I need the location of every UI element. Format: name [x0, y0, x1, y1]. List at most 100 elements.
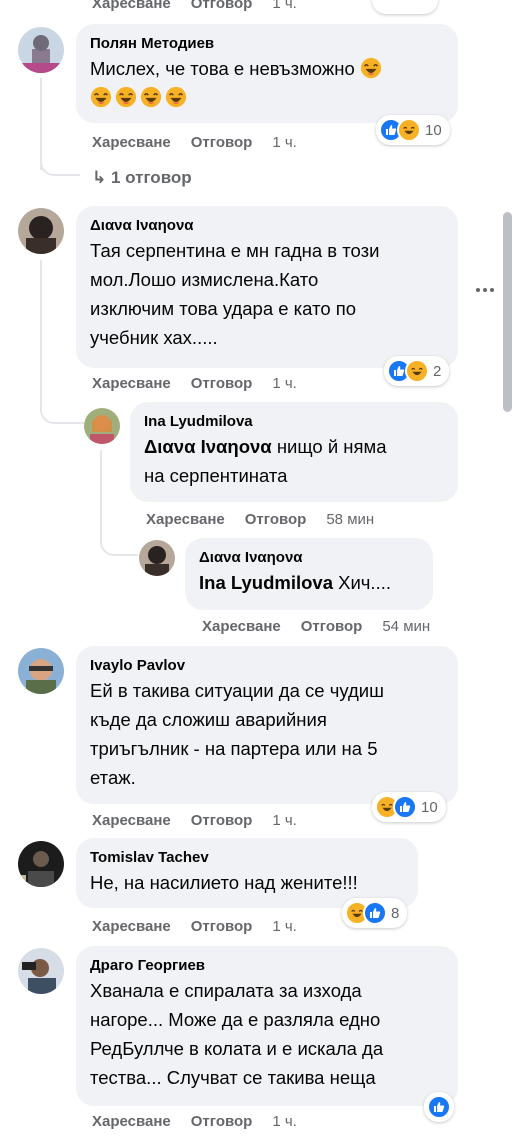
comment-author[interactable]: Διανα Ιναηονα	[199, 548, 419, 568]
like-link[interactable]: Харесване	[92, 918, 171, 935]
like-link[interactable]: Харесване	[92, 812, 171, 829]
comment-bubble: Драго Георгиев Хванала е спиралата за из…	[76, 946, 458, 1106]
like-link[interactable]: Харесване	[92, 1113, 171, 1130]
timestamp[interactable]: 54 мин	[382, 618, 430, 635]
comment-text-line: на серпентината	[144, 465, 288, 486]
comment-text-line: триъгълник - на партера или на 5	[90, 738, 378, 759]
reaction-summary[interactable]: 10	[376, 115, 450, 145]
reaction-count: 8	[391, 904, 400, 922]
reply-arrow-icon: ↳	[92, 168, 107, 187]
comment-text: Хич....	[332, 572, 391, 593]
thread-curve	[40, 158, 80, 176]
avatar[interactable]	[18, 648, 64, 694]
timestamp[interactable]: 1 ч.	[272, 1113, 297, 1130]
haha-emoji-icon	[90, 86, 112, 108]
avatar[interactable]	[84, 408, 120, 444]
emoji-line	[90, 83, 444, 112]
reply-link[interactable]: Отговор	[191, 0, 253, 12]
comment-text-line: изключим това удара е като по	[90, 298, 357, 319]
reply-link[interactable]: Отговор	[191, 134, 253, 151]
like-link[interactable]: Харесване	[202, 618, 281, 635]
reaction-count: 10	[425, 121, 442, 139]
like-link[interactable]: Харесване	[92, 375, 171, 392]
avatar[interactable]	[18, 948, 64, 994]
comment-author[interactable]: Tomislav Tachev	[90, 848, 404, 868]
view-replies-link[interactable]: ↳ 1 отговор	[92, 168, 192, 188]
like-link[interactable]: Харесване	[146, 511, 225, 528]
comment-text: Не, на насилието над жените!!!	[90, 872, 358, 893]
comment-author[interactable]: Драго Георгиев	[90, 956, 444, 976]
haha-emoji-icon	[115, 86, 137, 108]
timestamp[interactable]: 1 ч.	[272, 134, 297, 151]
haha-emoji-icon	[360, 57, 381, 79]
comment-text-line: Мислех, че това е невъзможно	[90, 54, 444, 83]
comment-author[interactable]: Ina Lyudmilova	[144, 412, 444, 432]
reaction-count: 10	[421, 798, 438, 816]
comment-actions: Харесване Отговор 1 ч.	[92, 375, 317, 392]
more-options-button[interactable]	[470, 278, 500, 302]
avatar[interactable]	[18, 841, 64, 887]
reaction-summary[interactable]	[372, 0, 438, 14]
mention-link[interactable]: Διανα Ιναηονα	[144, 436, 272, 457]
like-link[interactable]: Харесване	[92, 0, 171, 12]
comment-text: нищо й няма	[271, 436, 387, 457]
thread-line	[40, 78, 42, 170]
comment-text-line: мол.Лошо измислена.Като	[90, 269, 319, 290]
reply-bubble: Διανα Ιναηονα Ina Lyudmilova Хич....	[185, 538, 433, 610]
reply-link[interactable]: Отговор	[301, 618, 363, 635]
scrollbar-thumb[interactable]	[503, 212, 512, 412]
comment-actions: Харесване Отговор 1 ч.	[92, 1113, 317, 1130]
comment-bubble: Ivaylo Pavlov Ей в такива ситуации да се…	[76, 646, 458, 804]
comment-text-line: Ina Lyudmilova Хич....	[199, 568, 419, 597]
comment-text-line: нагоре... Може да е разляла едно	[90, 1009, 381, 1030]
comment-actions: Харесване Отговор 1 ч.	[92, 812, 317, 829]
comment-text: Мислех, че това е невъзможно	[90, 58, 355, 79]
reaction-summary[interactable]: 10	[372, 792, 446, 822]
thread-line	[40, 260, 42, 410]
comment-text-line: учебник хах.....	[90, 327, 218, 348]
reply-bubble: Ina Lyudmilova Διανα Ιναηονα нищо й няма…	[130, 402, 458, 502]
haha-reaction-icon	[405, 359, 429, 383]
comment-text-line: Хванала е спиралата за изхода	[90, 980, 362, 1001]
reply-link[interactable]: Отговор	[245, 511, 307, 528]
reaction-summary[interactable]	[424, 1092, 454, 1122]
timestamp[interactable]: 1 ч.	[272, 918, 297, 935]
like-reaction-icon	[427, 1095, 451, 1119]
comment-actions: Харесване Отговор 54 мин	[202, 618, 450, 635]
thread-curve	[40, 400, 84, 424]
comment-bubble: Полян Методиев Мислех, че това е невъзмо…	[76, 24, 458, 123]
reply-link[interactable]: Отговор	[191, 1113, 253, 1130]
comment-author[interactable]: Полян Методиев	[90, 34, 444, 54]
timestamp[interactable]: 1 ч.	[272, 0, 297, 12]
comment-author[interactable]: Διανα Ιναηονα	[90, 216, 444, 236]
comment-actions: Харесване Отговор 58 мин	[146, 511, 394, 528]
like-reaction-icon	[393, 795, 417, 819]
comment-author[interactable]: Ivaylo Pavlov	[90, 656, 444, 676]
comment-actions: Харесване Отговор 1 ч.	[92, 0, 317, 12]
comment-text-line: тества... Случват се такива неща	[90, 1067, 376, 1088]
mention-link[interactable]: Ina Lyudmilova	[199, 572, 333, 593]
timestamp[interactable]: 1 ч.	[272, 812, 297, 829]
haha-emoji-icon	[165, 86, 187, 108]
reply-link[interactable]: Отговор	[191, 375, 253, 392]
comment-actions: Харесване Отговор 1 ч.	[92, 134, 317, 151]
comment-text-line: Διανα Ιναηονα нищо й няма	[144, 432, 444, 461]
reply-link[interactable]: Отговор	[191, 812, 253, 829]
timestamp[interactable]: 1 ч.	[272, 375, 297, 392]
timestamp[interactable]: 58 мин	[326, 511, 374, 528]
haha-reaction-icon	[397, 118, 421, 142]
comment-actions: Харесване Отговор 1 ч.	[92, 918, 317, 935]
like-reaction-icon	[363, 901, 387, 925]
like-link[interactable]: Харесване	[92, 134, 171, 151]
avatar[interactable]	[139, 540, 175, 576]
comment-text-line: Ей в такива ситуации да се чудиш	[90, 680, 384, 701]
reaction-summary[interactable]: 2	[384, 356, 450, 386]
comment-text-line: Тая серпентина е мн гадна в този	[90, 240, 380, 261]
avatar[interactable]	[18, 208, 64, 254]
reply-link[interactable]: Отговор	[191, 918, 253, 935]
comment-text-line: етаж.	[90, 767, 136, 788]
avatar[interactable]	[18, 27, 64, 73]
replies-count-label: 1 отговор	[110, 168, 192, 187]
thread-line	[100, 450, 102, 540]
reaction-summary[interactable]: 8	[342, 898, 408, 928]
